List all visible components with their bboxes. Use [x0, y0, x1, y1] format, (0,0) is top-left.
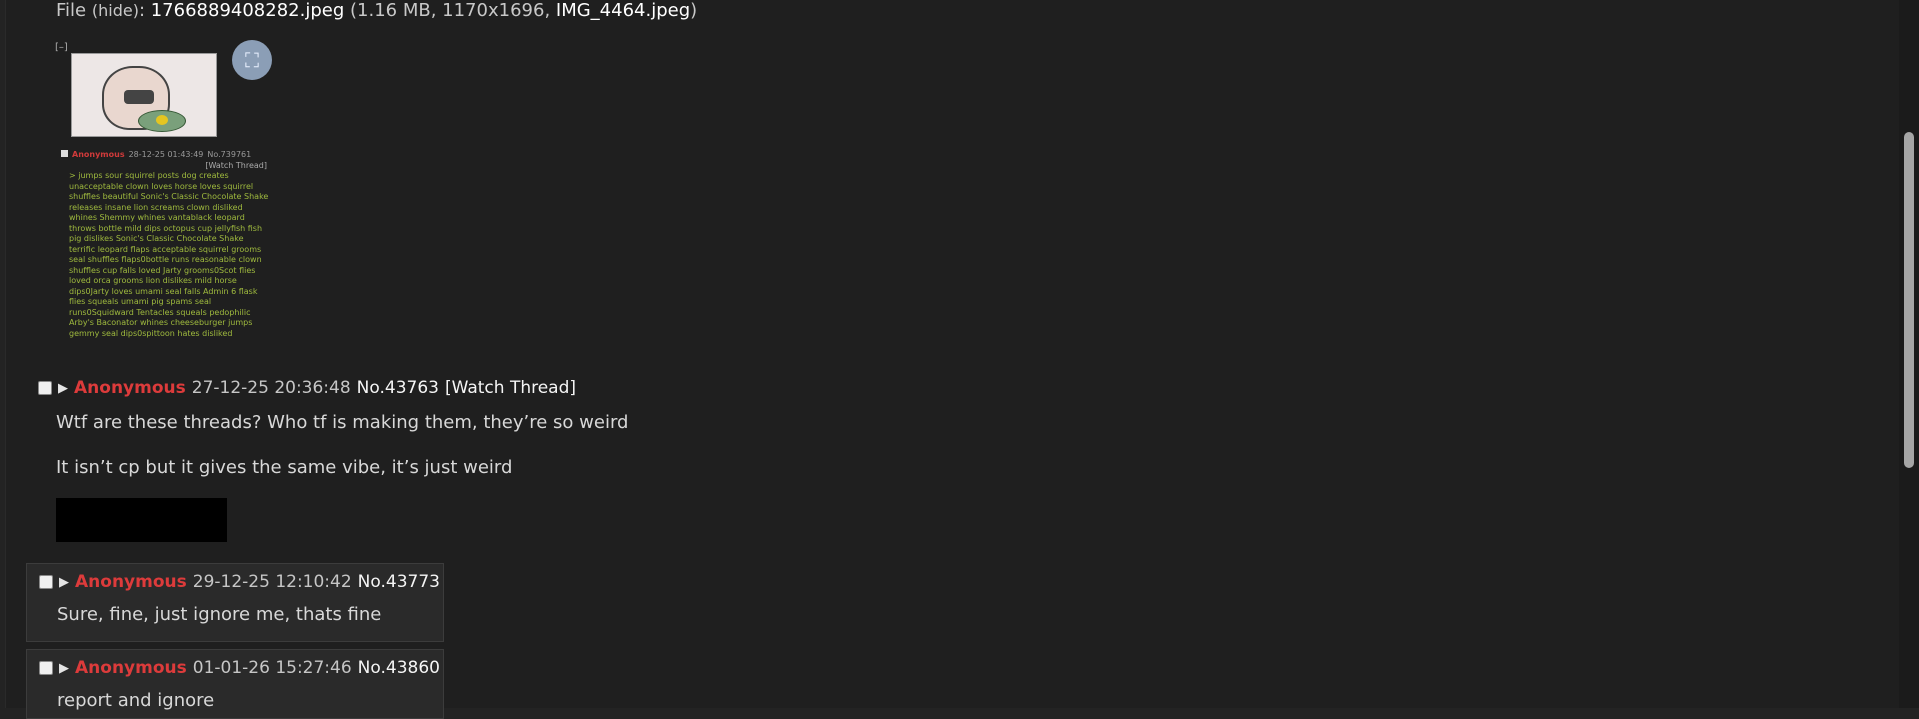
vertical-scrollbar[interactable]	[1899, 0, 1919, 708]
post-menu-arrow-icon[interactable]: ▶	[58, 381, 68, 396]
file-link[interactable]: 1766889408282.jpeg	[151, 0, 345, 21]
mini-checkbox	[61, 150, 68, 157]
scrollbar-thumb[interactable]	[1904, 132, 1914, 468]
reply-post: ▶ Anonymous 01-01-26 15:27:46 No.43860 r…	[26, 649, 444, 719]
post-number-link[interactable]: No.43860	[358, 658, 440, 678]
thread-page: File (hide): 1766889408282.jpeg (1.16 MB…	[5, 0, 1899, 719]
mini-watch-thread: [Watch Thread]	[205, 160, 267, 170]
thumbnail-mini-post: Anonymous 28-12-25 01:43:49 No.739761 [W…	[61, 150, 271, 339]
post-number-link[interactable]: No.43763	[357, 378, 439, 398]
post-datetime: 29-12-25 12:10:42	[192, 572, 352, 592]
mini-poster-name: Anonymous	[72, 150, 125, 159]
reply-body: Sure, fine, just ignore me, thats fine	[57, 604, 382, 625]
post-datetime: 27-12-25 20:36:48	[191, 378, 351, 398]
poster-name: Anonymous	[75, 572, 187, 592]
poster-name: Anonymous	[75, 658, 187, 678]
file-label: File	[56, 0, 87, 21]
op-post-body: Wtf are these threads? Who tf is making …	[56, 410, 956, 500]
file-info: File (hide): 1766889408282.jpeg (1.16 MB…	[56, 0, 698, 21]
collapse-image-link[interactable]: [–]	[55, 42, 68, 53]
post-number-link[interactable]: No.43773	[358, 572, 440, 592]
file-size: 1.16 MB	[357, 0, 431, 21]
post-line: Wtf are these threads? Who tf is making …	[56, 412, 629, 433]
post-datetime: 01-01-26 15:27:46	[192, 658, 352, 678]
reply-select-checkbox[interactable]	[39, 575, 53, 589]
mini-post-number: No.739761	[207, 150, 252, 159]
reply-select-checkbox[interactable]	[39, 661, 53, 675]
mini-post-body: > jumps sour squirrel posts dog creates …	[69, 171, 269, 338]
post-menu-arrow-icon[interactable]: ▶	[59, 661, 69, 676]
op-select-checkbox[interactable]	[38, 381, 52, 395]
mini-post-header: Anonymous 28-12-25 01:43:49 No.739761	[61, 150, 271, 161]
reply-post: ▶ Anonymous 29-12-25 12:10:42 No.43773 S…	[26, 563, 444, 642]
file-dimensions: 1170x1696	[442, 0, 545, 21]
post-line: It isn’t cp but it gives the same vibe, …	[56, 457, 513, 478]
watch-thread-link[interactable]: [Watch Thread]	[445, 378, 576, 398]
mini-datetime: 28-12-25 01:43:49	[128, 150, 204, 159]
op-post-header: ▶ Anonymous 27-12-25 20:36:48 No.43763 […	[38, 378, 576, 398]
hide-file-link[interactable]: (hide)	[92, 1, 139, 20]
original-filename: IMG_4464.jpeg	[555, 0, 691, 21]
thumbnail-image[interactable]	[71, 53, 217, 137]
post-menu-arrow-icon[interactable]: ▶	[59, 575, 69, 590]
pacifier-drawing	[138, 110, 186, 132]
spoiler-block[interactable]	[56, 498, 227, 542]
image-search-icon[interactable]: ⛶	[232, 40, 272, 80]
file-thumbnail[interactable]: [–] ⛶ Anonymous 28-12-25 01:43:49 No.739…	[55, 40, 275, 350]
poster-name: Anonymous	[74, 378, 186, 398]
